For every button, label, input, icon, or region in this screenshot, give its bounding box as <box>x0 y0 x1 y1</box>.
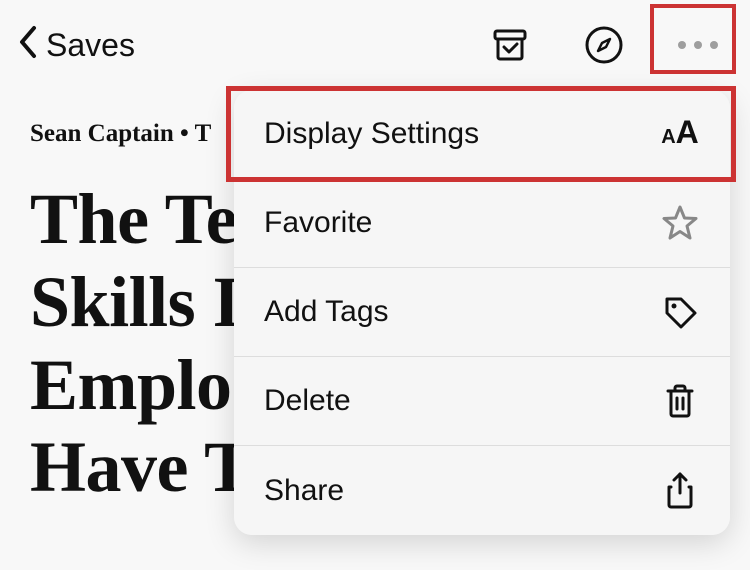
menu-item-label: Share <box>264 474 344 508</box>
back-button[interactable]: Saves <box>18 25 135 66</box>
context-menu: Display Settings AA Favorite Add Tags De… <box>234 90 730 535</box>
text-size-icon: AA <box>660 114 700 154</box>
back-label: Saves <box>46 27 135 64</box>
archive-icon[interactable] <box>488 23 532 67</box>
more-button[interactable] <box>676 23 720 67</box>
menu-item-label: Add Tags <box>264 295 389 329</box>
star-icon <box>660 203 700 243</box>
top-bar: Saves <box>0 0 750 90</box>
menu-item-display-settings[interactable]: Display Settings AA <box>234 90 730 179</box>
tag-icon <box>660 292 700 332</box>
menu-item-label: Delete <box>264 384 351 418</box>
share-icon <box>660 471 700 511</box>
menu-item-favorite[interactable]: Favorite <box>234 179 730 268</box>
top-actions <box>488 23 730 67</box>
more-icon <box>678 41 718 49</box>
chevron-left-icon <box>18 25 38 66</box>
trash-icon <box>660 381 700 421</box>
menu-item-share[interactable]: Share <box>234 446 730 535</box>
menu-item-label: Favorite <box>264 206 372 240</box>
compass-icon[interactable] <box>582 23 626 67</box>
menu-item-label: Display Settings <box>264 117 479 151</box>
menu-item-delete[interactable]: Delete <box>234 357 730 446</box>
menu-item-add-tags[interactable]: Add Tags <box>234 268 730 357</box>
